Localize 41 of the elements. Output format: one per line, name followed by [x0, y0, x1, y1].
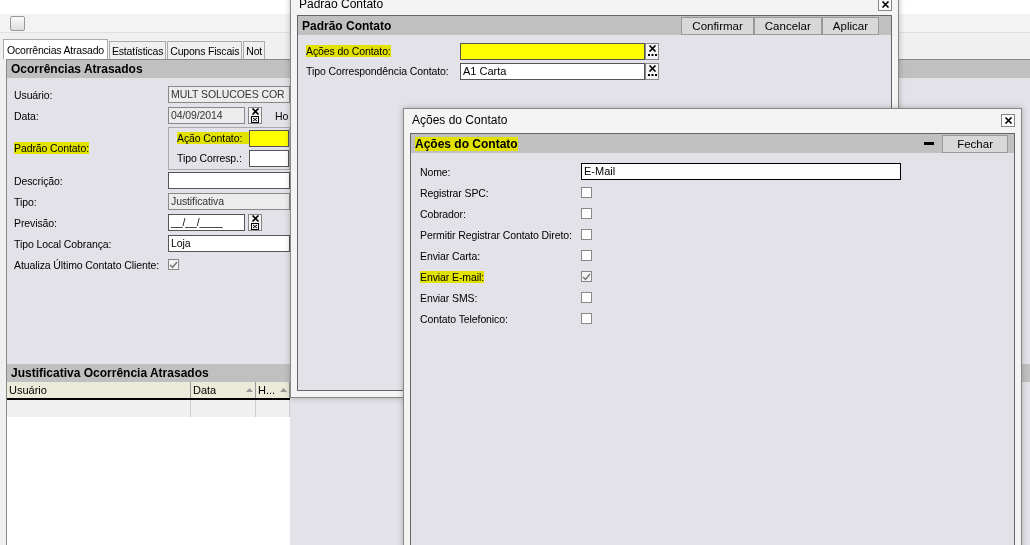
field-label: Padrão Contato: [14, 142, 90, 154]
dialog-button[interactable]: Confirmar [681, 16, 754, 35]
text-field[interactable]: Justificativa [168, 193, 290, 210]
field-label: Enviar Carta: [420, 249, 481, 262]
text-field[interactable]: MULT SOLUCOES COR [168, 86, 290, 103]
date-field[interactable]: 04/09/2014 [168, 107, 245, 124]
panel-header: Padrão Contato [301, 18, 393, 33]
field-label: Contato Telefonico: [420, 312, 509, 325]
window-title: Ações do Contato [412, 113, 508, 127]
dialog-button[interactable]: Cancelar [753, 16, 822, 35]
tab[interactable]: Estatísticas [108, 41, 167, 59]
date-field[interactable]: __/__/____ [168, 214, 245, 231]
field-label: Permitir Registrar Contato Direto: [420, 228, 573, 241]
dialog-button[interactable]: Fechar [942, 134, 1008, 153]
field-label: Tipo Local Cobrança: [14, 237, 113, 250]
panel-header: Ações do Contato [415, 136, 518, 151]
text-field[interactable]: E-Mail [581, 163, 901, 180]
field-label: Registrar SPC: [420, 186, 490, 199]
field-label: Usuário: [14, 88, 54, 101]
field-label: Tipo Correspondência Contato: [306, 65, 450, 77]
text-field[interactable]: A1 Carta [460, 62, 645, 80]
dialog-button[interactable]: Aplicar [821, 16, 879, 35]
field-label: Ho [275, 109, 289, 122]
text-field[interactable]: Loja [168, 235, 290, 252]
field-label: Atualiza Último Contato Cliente: [14, 258, 161, 271]
column-header[interactable]: Data [191, 382, 256, 398]
tab[interactable]: Cupons Fiscais [167, 41, 243, 59]
column-header[interactable]: Usuário [7, 382, 191, 398]
field-label: Cobrador: [420, 207, 467, 220]
field-label: Previsão: [14, 216, 58, 229]
field-label: Enviar E-mail: [420, 270, 485, 283]
field-label: Data: [14, 109, 40, 122]
field-label: Descrição: [14, 174, 64, 187]
field-label: Ação Contato: [177, 132, 249, 144]
window-title: Padrão Contato [299, 0, 384, 11]
tab[interactable]: Not [243, 41, 265, 59]
field-label: Enviar SMS: [420, 291, 479, 304]
field-label: Nome: [420, 165, 452, 178]
field-label: Tipo: [14, 195, 38, 208]
field-label: Tipo Corresp.: [177, 152, 243, 164]
field-label: Ações do Contato: [306, 45, 392, 57]
